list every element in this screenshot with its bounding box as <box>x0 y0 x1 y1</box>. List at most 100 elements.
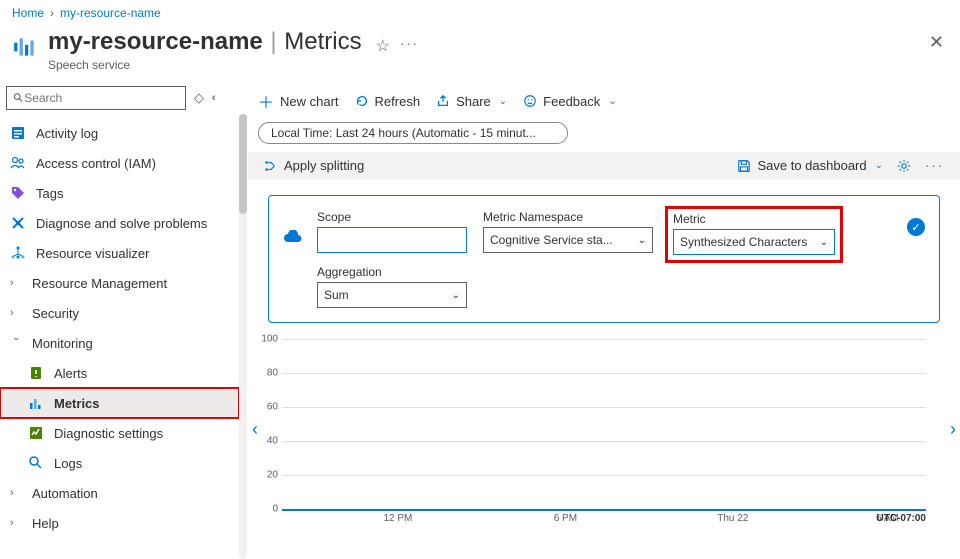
metric-selector[interactable]: Synthesized Characters ⌄ <box>673 229 835 255</box>
sidebar-item-monitoring[interactable]: › Monitoring <box>0 328 239 358</box>
sidebar-item-diagnostic-settings[interactable]: Diagnostic settings <box>0 418 239 448</box>
sidebar-item-logs[interactable]: Logs <box>0 448 239 478</box>
breadcrumb-sep: › <box>50 6 54 20</box>
sidebar-scrollbar[interactable] <box>239 114 247 559</box>
chart-area: ‹ › 100 80 60 40 20 0 12 PM 6 PM Thu 22 <box>256 339 952 539</box>
share-icon <box>436 94 450 108</box>
sidebar-item-label: Help <box>32 516 59 531</box>
breadcrumb-resource[interactable]: my-resource-name <box>60 6 161 20</box>
namespace-selector[interactable]: Cognitive Service sta... ⌄ <box>483 227 653 253</box>
time-range-selector[interactable]: Local Time: Last 24 hours (Automatic - 1… <box>258 122 568 144</box>
metric-value: Synthesized Characters <box>680 235 807 249</box>
aggregation-value: Sum <box>324 288 349 302</box>
config-label: Save to dashboard <box>757 158 866 173</box>
timezone-label: UTC-07:00 <box>877 513 926 524</box>
activity-log-icon <box>10 125 26 141</box>
sidebar-item-diagnose[interactable]: Diagnose and solve problems <box>0 208 239 238</box>
sidebar-item-activity-log[interactable]: Activity log <box>0 118 239 148</box>
y-tick: 80 <box>267 368 278 379</box>
chevron-down-icon: ⌄ <box>875 160 883 171</box>
search-icon <box>13 92 24 104</box>
close-button[interactable]: ✕ <box>929 32 944 53</box>
grid-line <box>282 373 926 374</box>
x-tick: 6 PM <box>554 513 577 524</box>
chevron-right-icon: › <box>10 307 22 319</box>
users-icon <box>10 155 26 171</box>
page-header: my-resource-name | Metrics Speech servic… <box>0 26 960 86</box>
sidebar-item-label: Alerts <box>54 366 87 381</box>
y-tick: 0 <box>272 504 278 515</box>
scope-label: Scope <box>317 210 467 224</box>
sidebar-item-label: Security <box>32 306 79 321</box>
y-tick: 20 <box>267 470 278 481</box>
sidebar-item-label: Tags <box>36 186 63 201</box>
sidebar-item-access-control[interactable]: Access control (IAM) <box>0 148 239 178</box>
smile-icon <box>523 94 537 108</box>
chart-next-button[interactable]: › <box>950 419 956 440</box>
scope-selector[interactable] <box>317 227 467 253</box>
chart-prev-button[interactable]: ‹ <box>252 419 258 440</box>
sidebar-item-label: Diagnostic settings <box>54 426 163 441</box>
breadcrumb-home[interactable]: Home <box>12 6 44 20</box>
sidebar-search[interactable] <box>6 86 186 110</box>
cloud-icon <box>283 230 303 244</box>
more-button[interactable]: ··· <box>400 36 419 51</box>
splitting-icon <box>264 159 278 173</box>
plus-icon: ＋ <box>258 89 274 113</box>
y-tick: 60 <box>267 402 278 413</box>
grid-line <box>282 339 926 340</box>
apply-splitting-button[interactable]: Apply splitting <box>264 158 364 173</box>
chevron-down-icon: ⌄ <box>820 237 828 248</box>
sidebar-item-metrics[interactable]: Metrics <box>0 388 239 418</box>
grid-line <box>282 407 926 408</box>
x-tick: 12 PM <box>383 513 412 524</box>
favorite-button[interactable]: ☆ <box>376 36 390 56</box>
refresh-icon <box>355 94 369 108</box>
toolbar: ＋ New chart Refresh Share ⌄ Feedback ⌄ <box>248 86 960 116</box>
sidebar-item-label: Diagnose and solve problems <box>36 216 207 231</box>
sidebar-item-label: Logs <box>54 456 82 471</box>
chevron-right-icon: › <box>10 487 22 499</box>
sidebar-item-label: Resource Management <box>32 276 167 291</box>
refresh-button[interactable]: Refresh <box>355 94 421 109</box>
sidebar-item-resource-visualizer[interactable]: Resource visualizer <box>0 238 239 268</box>
alerts-icon <box>28 365 44 381</box>
save-to-dashboard-button[interactable]: Save to dashboard ⌄ <box>737 158 883 173</box>
save-icon <box>737 159 751 173</box>
main-content: ＋ New chart Refresh Share ⌄ Feedback ⌄ L… <box>248 86 960 559</box>
sidebar-item-security[interactable]: › Security <box>0 298 239 328</box>
sidebar-item-label: Activity log <box>36 126 98 141</box>
aggregation-label: Aggregation <box>317 265 467 279</box>
more-config-button[interactable]: ··· <box>925 158 944 173</box>
search-input[interactable] <box>24 91 179 105</box>
sidebar-item-automation[interactable]: › Automation <box>0 478 239 508</box>
resource-title: my-resource-name <box>48 28 263 55</box>
metric-label: Metric <box>673 212 835 226</box>
expand-icon[interactable]: ◇ <box>192 91 206 105</box>
check-icon: ✓ <box>907 218 925 236</box>
chevron-down-icon: ⌄ <box>608 96 616 107</box>
sidebar-item-help[interactable]: › Help <box>0 508 239 538</box>
settings-icon[interactable] <box>897 159 911 173</box>
share-button[interactable]: Share ⌄ <box>436 94 507 109</box>
tag-icon <box>10 185 26 201</box>
x-tick: Thu 22 <box>717 513 748 524</box>
chevron-right-icon: › <box>10 517 22 529</box>
aggregation-selector[interactable]: Sum ⌄ <box>317 282 467 308</box>
sidebar-item-tags[interactable]: Tags <box>0 178 239 208</box>
sidebar-item-alerts[interactable]: Alerts <box>0 358 239 388</box>
title-divider: | <box>270 28 276 55</box>
feedback-button[interactable]: Feedback ⌄ <box>523 94 616 109</box>
toolbar-label: Share <box>456 94 491 109</box>
sidebar-item-label: Access control (IAM) <box>36 156 156 171</box>
sidebar-item-resource-management[interactable]: › Resource Management <box>0 268 239 298</box>
chevron-down-icon: ⌄ <box>638 235 646 246</box>
namespace-value: Cognitive Service sta... <box>490 233 613 247</box>
y-tick: 40 <box>267 436 278 447</box>
new-chart-button[interactable]: ＋ New chart <box>258 89 339 113</box>
sidebar-scrollbar-thumb[interactable] <box>239 114 247 214</box>
chevron-down-icon: ⌄ <box>499 96 507 107</box>
visualizer-icon <box>10 245 26 261</box>
diagnose-icon <box>10 215 26 231</box>
y-tick: 100 <box>261 334 278 345</box>
